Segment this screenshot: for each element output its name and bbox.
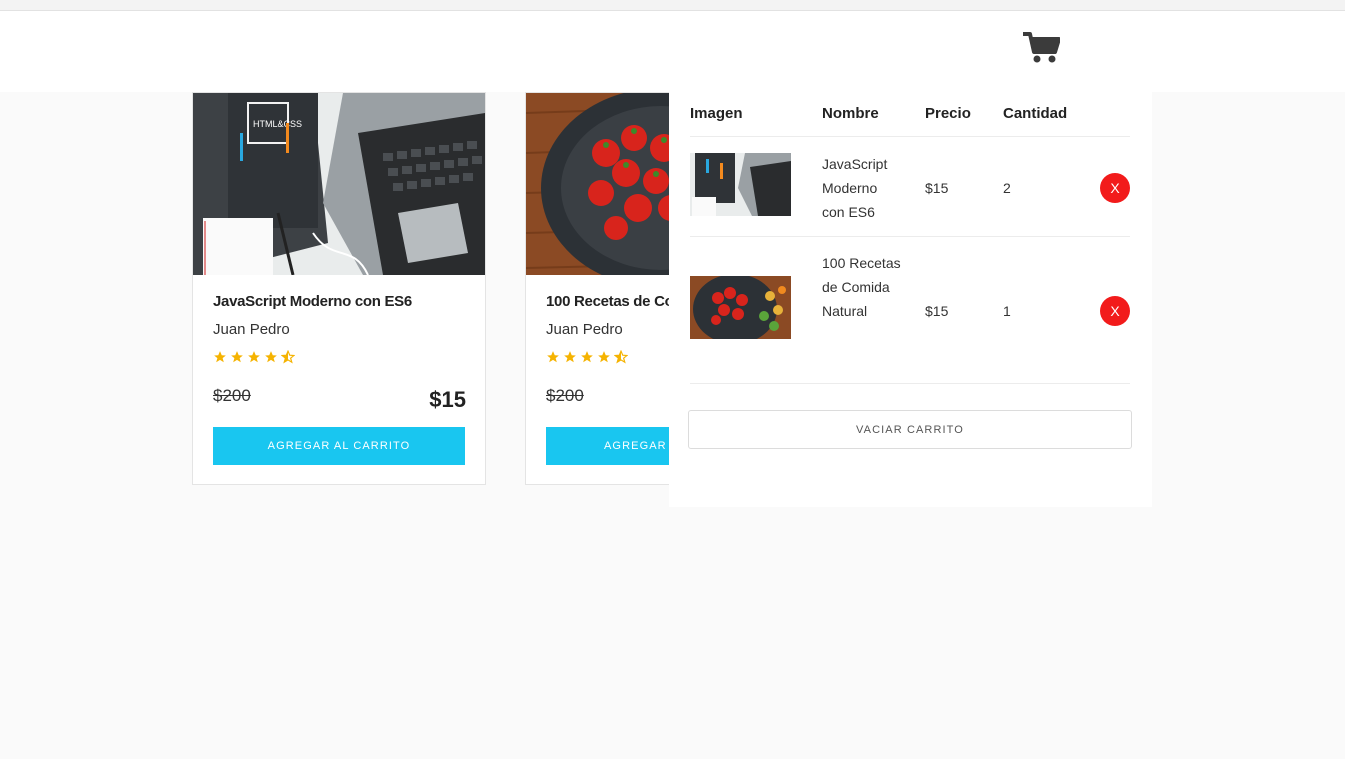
col-header-quantity: Cantidad <box>1003 105 1068 122</box>
cart-item-name: JavaScript Moderno con ES6 <box>822 156 888 220</box>
cart-item-name: 100 Recetas de Comida Natural <box>822 255 901 319</box>
remove-item-button[interactable]: X <box>1100 296 1130 326</box>
star-icon <box>231 351 243 363</box>
shopping-cart-icon[interactable] <box>1022 31 1061 65</box>
course-title: JavaScript Moderno con ES6 <box>213 293 412 310</box>
star-half-icon <box>614 350 628 364</box>
course-title: 100 Recetas de Co <box>546 293 674 310</box>
price-original: $200 <box>213 386 251 405</box>
empty-cart-button[interactable]: VACIAR CARRITO <box>688 410 1132 449</box>
star-icon <box>598 351 610 363</box>
cart-item-quantity: 1 <box>1003 303 1011 319</box>
svg-text:HTML&CSS: HTML&CSS <box>253 119 302 129</box>
star-icon <box>248 351 260 363</box>
divider <box>690 383 1130 384</box>
divider <box>690 136 1130 137</box>
rating-stars <box>546 350 628 364</box>
remove-item-button[interactable]: X <box>1100 173 1130 203</box>
star-icon <box>265 351 277 363</box>
star-icon <box>547 351 559 363</box>
rating-stars <box>213 350 295 364</box>
star-icon <box>581 351 593 363</box>
course-author: Juan Pedro <box>546 321 623 338</box>
add-to-cart-button[interactable]: Agregar al Carrito <box>213 427 465 465</box>
cart-item-thumbnail <box>690 276 791 339</box>
col-header-image: Imagen <box>690 105 743 122</box>
course-image-html-css: HTML&CSS <box>193 93 485 275</box>
divider <box>690 236 1130 237</box>
col-header-name: Nombre <box>822 105 879 122</box>
top-strip <box>0 0 1345 11</box>
star-half-icon <box>281 350 295 364</box>
header <box>0 11 1345 92</box>
cart-dropdown: Imagen Nombre Precio Cantidad JavaScript… <box>669 91 1152 507</box>
star-icon <box>564 351 576 363</box>
cart-item-thumbnail <box>690 153 791 216</box>
cart-item-price: $15 <box>925 180 949 196</box>
price-offer: $15 <box>429 387 466 412</box>
col-header-price: Precio <box>925 105 971 122</box>
star-icon <box>214 351 226 363</box>
cart-item-quantity: 2 <box>1003 180 1011 196</box>
price-original: $200 <box>546 386 584 405</box>
course-card: HTML&CSS JavaScript Moderno con ES6 Juan… <box>192 92 486 485</box>
course-author: Juan Pedro <box>213 321 290 338</box>
cart-item-price: $15 <box>925 303 949 319</box>
